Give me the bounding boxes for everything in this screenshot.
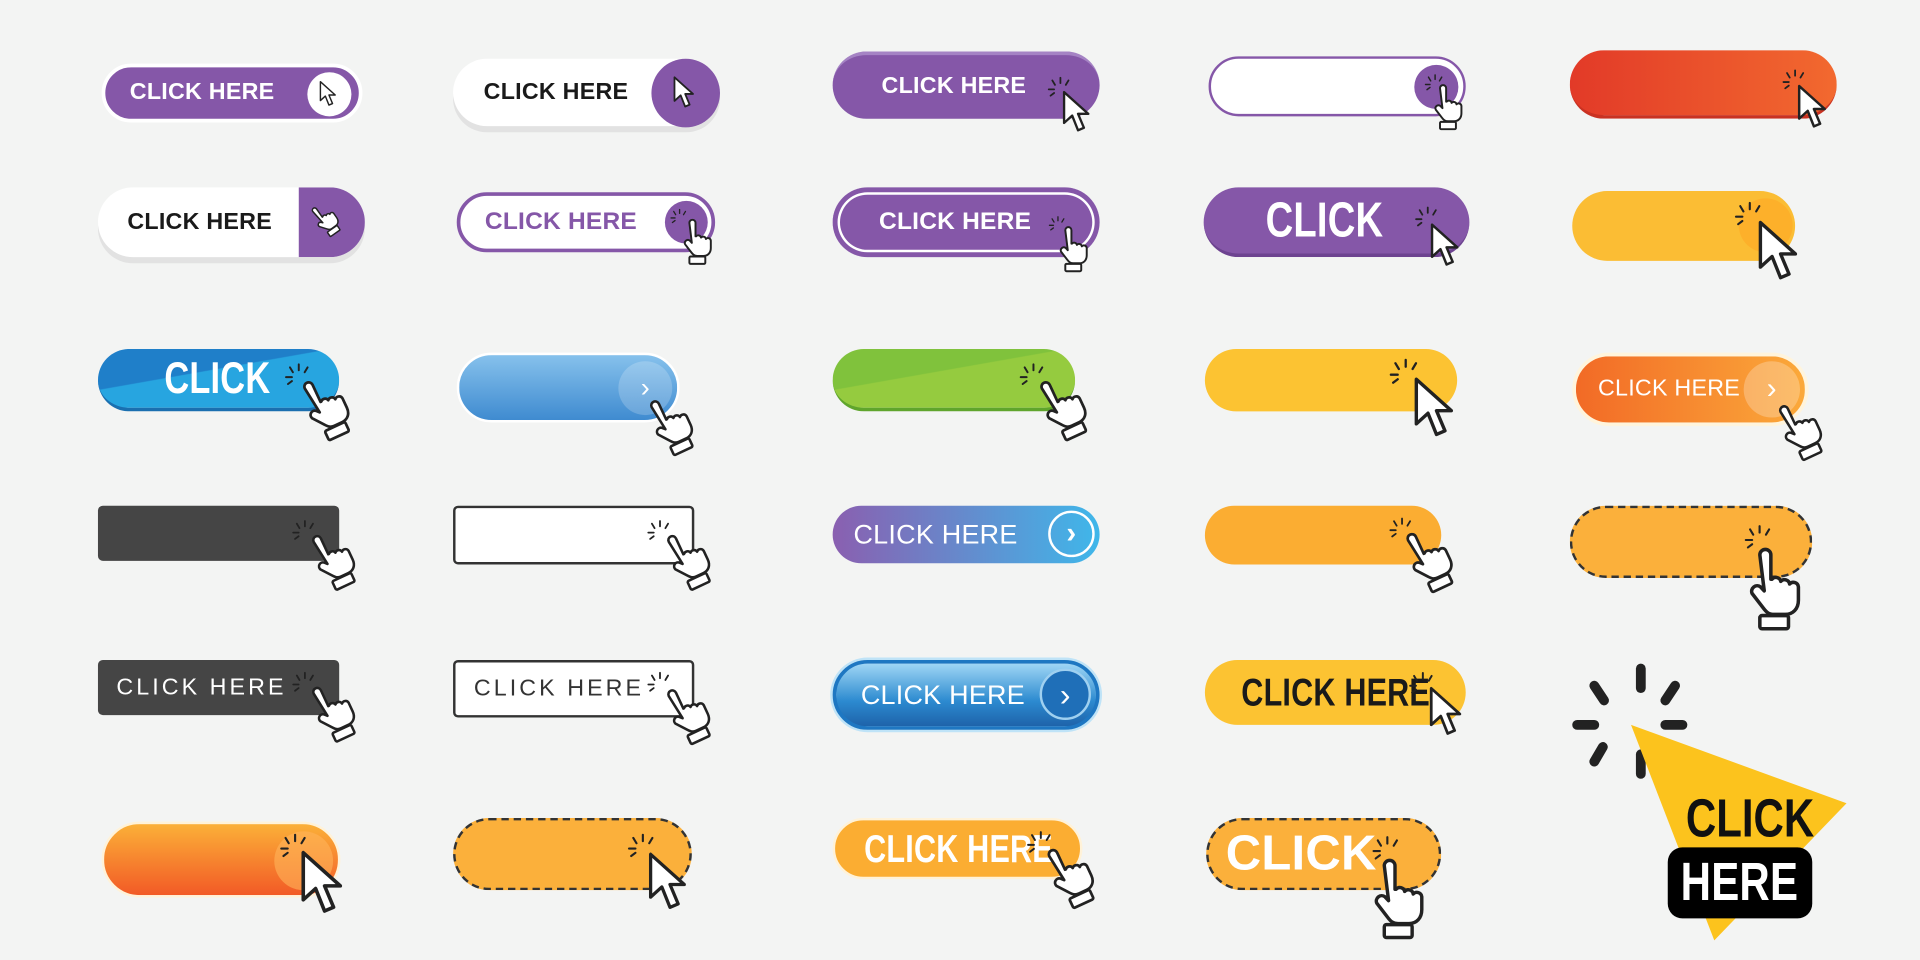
button-label: CLICK HERE [127,208,272,235]
click-here-button-23[interactable]: CLICK HERE › [832,660,1100,730]
here-badge[interactable]: HERE [1667,847,1813,919]
button-label: CLICK HERE [473,675,645,702]
arrow-cursor-icon [1428,686,1470,740]
click-here-button-18[interactable]: CLICK HERE › [832,505,1100,564]
button-label: CLICK HERE [881,73,1027,100]
arrow-cursor-icon [647,852,696,913]
cursor-circle [651,58,721,128]
chevron-circle: › [1048,510,1095,558]
cursor-circle [307,72,352,117]
hand-pointer-icon [1739,546,1808,634]
button-collection: CLICK HERE CLICK HERE CLICK HERE CLICK H… [0,0,1920,960]
chevron-right-icon: › [640,372,650,403]
button-label: CLICK HERE [484,208,638,236]
click-text: CLICK [1685,788,1815,849]
arrow-cursor-icon [318,81,340,108]
click-here-button-1[interactable]: CLICK HERE [101,63,363,123]
arrow-cursor-icon [1060,91,1097,135]
button-label: CLICK [1265,192,1384,247]
button-label: CLICK HERE [864,825,1053,871]
arrow-cursor-icon [1412,377,1463,441]
button-label: CLICK HERE [1241,669,1430,714]
big-click-label: CLICK [1668,788,1815,849]
button-label: CLICK HERE [1597,375,1741,402]
button-label: CLICK HERE [129,79,275,106]
here-text: HERE [1681,852,1799,913]
hand-pointer-icon [1364,857,1430,943]
button-label: CLICK HERE [483,78,629,105]
hand-pointer-icon [1428,83,1467,132]
button-label: CLICK [164,352,271,403]
button-label: CLICK HERE [879,208,1032,236]
arrow-cursor-icon [1429,223,1466,270]
hand-pointer-icon [1054,225,1091,274]
chevron-right-icon: › [1066,516,1077,550]
click-here-button-2[interactable]: CLICK HERE [453,58,721,128]
hand-pointer-icon [678,218,715,267]
chevron-right-icon: › [1059,675,1071,713]
chevron-right-icon: › [1766,372,1777,406]
button-label: CLICK [1225,826,1377,881]
arrow-cursor-icon [1795,84,1834,131]
arrow-cursor-icon [1756,220,1807,284]
button-label: CLICK HERE [116,674,287,700]
button-label: CLICK HERE [860,678,1025,710]
chevron-circle: › [1039,668,1092,721]
button-label: CLICK HERE [853,518,1018,550]
arrow-cursor-icon [299,850,353,919]
arrow-cursor-icon [672,76,699,110]
